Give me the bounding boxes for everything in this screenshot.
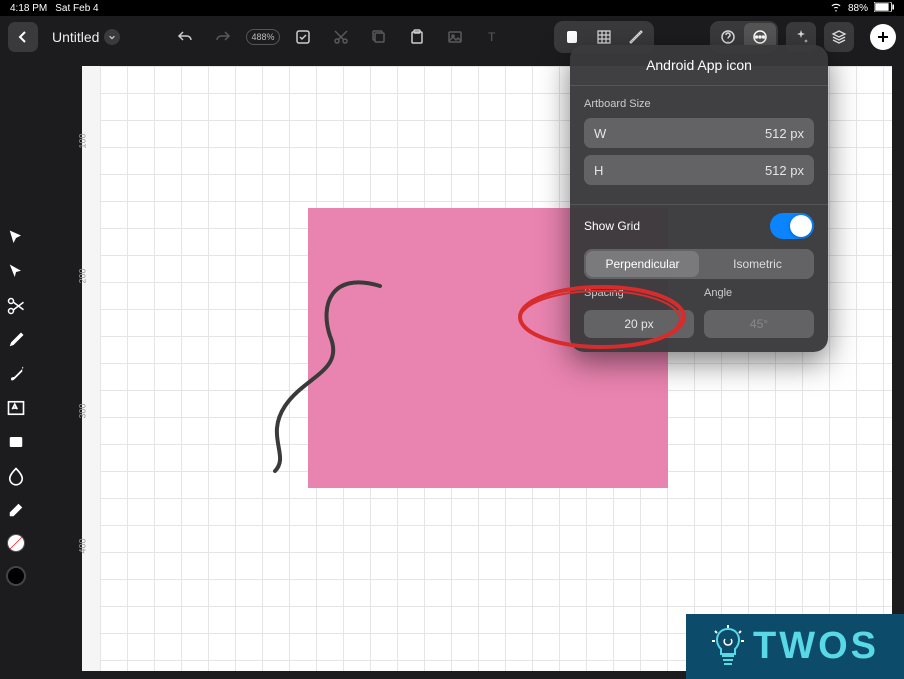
freehand-curve-path[interactable] [210, 256, 390, 476]
width-field[interactable]: W 512 px [584, 118, 814, 148]
chevron-down-icon [104, 29, 120, 45]
ruler-tick: 200 [78, 268, 88, 283]
zoom-level[interactable]: 488% [246, 29, 279, 45]
document-title[interactable]: Untitled [46, 26, 126, 48]
image-button[interactable] [440, 22, 470, 52]
back-button[interactable] [8, 22, 38, 52]
artboard-settings-popover: Android App icon Artboard Size W 512 px … [570, 45, 828, 352]
ruler-tick: 300 [78, 403, 88, 418]
watermark-twos: TWOS [686, 614, 904, 679]
height-field[interactable]: H 512 px [584, 155, 814, 185]
battery-icon [874, 2, 894, 15]
brush-tool[interactable] [6, 364, 26, 384]
status-time: 4:18 PM [10, 3, 47, 14]
stroke-swatch[interactable] [6, 566, 26, 586]
add-button[interactable] [870, 24, 896, 50]
cursor-tool[interactable] [6, 228, 26, 248]
vertical-ruler: 100 200 300 400 [82, 66, 100, 671]
status-bar: 4:18 PM Sat Feb 4 88% [0, 0, 904, 16]
angle-label: Angle [704, 287, 814, 299]
artboard-size-label: Artboard Size [584, 98, 814, 110]
layers-button[interactable] [824, 22, 854, 52]
popover-title: Android App icon [570, 45, 828, 83]
svg-text:T: T [488, 30, 496, 44]
height-label: H [594, 163, 603, 178]
paste-button[interactable] [402, 22, 432, 52]
undo-button[interactable] [170, 22, 200, 52]
copy-button[interactable] [364, 22, 394, 52]
fill-swatch[interactable] [7, 534, 25, 552]
status-date: Sat Feb 4 [55, 3, 98, 14]
title-text: Untitled [52, 29, 99, 45]
text-button[interactable]: T [478, 22, 508, 52]
angle-field: 45° [704, 310, 814, 338]
grid-type-segment[interactable]: Perpendicular Isometric [584, 249, 814, 279]
height-value: 512 px [765, 163, 804, 178]
pen-tool[interactable] [6, 330, 26, 350]
text-tool[interactable] [6, 398, 26, 418]
scissors-tool[interactable] [6, 296, 26, 316]
cut-button[interactable] [326, 22, 356, 52]
battery-pct: 88% [848, 3, 868, 14]
shape-tool[interactable] [6, 432, 26, 452]
show-grid-label: Show Grid [584, 219, 640, 233]
watermark-text: TWOS [753, 625, 879, 668]
ruler-tick: 100 [78, 133, 88, 148]
wifi-icon [830, 1, 842, 16]
ruler-tick: 400 [78, 538, 88, 553]
width-label: W [594, 126, 606, 141]
selection-button[interactable] [288, 22, 318, 52]
direct-select-tool[interactable] [6, 262, 26, 282]
seg-perpendicular[interactable]: Perpendicular [586, 251, 699, 277]
seg-isometric[interactable]: Isometric [701, 249, 814, 279]
paint-tool[interactable] [6, 466, 26, 486]
eraser-tool[interactable] [6, 500, 26, 520]
bulb-icon [711, 625, 745, 669]
width-value: 512 px [765, 126, 804, 141]
left-toolbar [0, 58, 32, 679]
show-grid-toggle[interactable] [770, 213, 814, 239]
spacing-field[interactable]: 20 px [584, 310, 694, 338]
spacing-label: Spacing [584, 287, 694, 299]
redo-button[interactable] [208, 22, 238, 52]
right-gutter [892, 58, 904, 679]
